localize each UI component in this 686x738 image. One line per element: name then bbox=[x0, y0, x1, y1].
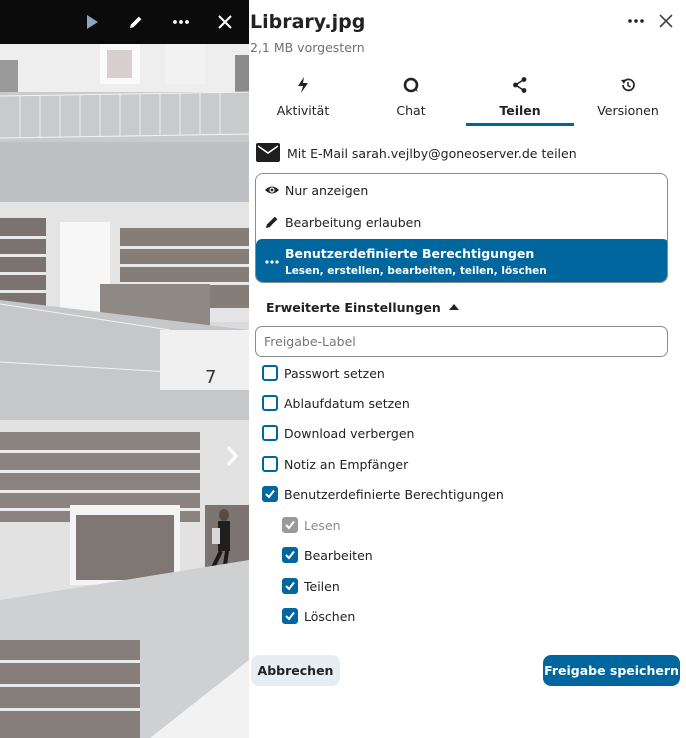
tab-chat[interactable]: Chat bbox=[357, 70, 465, 126]
share-icon bbox=[512, 76, 528, 94]
checkbox-label: Ablaufdatum setzen bbox=[284, 396, 410, 411]
permission-custom[interactable]: Benutzerdefinierte Berechtigungen Lesen,… bbox=[256, 239, 667, 282]
close-icon[interactable] bbox=[657, 12, 675, 30]
checkbox-label: Bearbeiten bbox=[304, 548, 373, 563]
file-meta: 2,1 MB vorgestern bbox=[250, 40, 365, 55]
viewer-toolbar bbox=[0, 0, 249, 44]
checkbox-label: Benutzerdefinierte Berechtigungen bbox=[284, 487, 504, 502]
tab-label: Teilen bbox=[499, 103, 541, 118]
checkbox-checked[interactable] bbox=[282, 547, 298, 563]
tab-label: Chat bbox=[396, 103, 426, 118]
svg-text:7: 7 bbox=[205, 367, 216, 388]
more-icon[interactable] bbox=[625, 10, 647, 32]
history-icon bbox=[619, 76, 637, 94]
permission-label: Benutzerdefinierte Berechtigungen bbox=[285, 246, 535, 261]
checkbox-label: Löschen bbox=[304, 609, 356, 624]
checkbox-checked-disabled bbox=[282, 517, 298, 533]
permission-description: Lesen, erstellen, bearbeiten, teilen, lö… bbox=[285, 265, 547, 277]
checkbox[interactable] bbox=[262, 456, 278, 472]
checkbox-checked[interactable] bbox=[282, 608, 298, 624]
permission-allow-edit[interactable]: Bearbeitung erlauben bbox=[256, 206, 667, 238]
share-recipient: Mit E-Mail sarah.vejlby@goneoserver.de t… bbox=[256, 140, 676, 166]
tab-share[interactable]: Teilen bbox=[466, 70, 574, 126]
share-label-input[interactable] bbox=[255, 326, 668, 357]
close-icon[interactable] bbox=[213, 10, 237, 34]
email-icon bbox=[256, 143, 280, 166]
checkbox-label: Passwort setzen bbox=[284, 366, 385, 381]
tab-versions[interactable]: Versionen bbox=[574, 70, 682, 126]
share-recipient-text: Mit E-Mail sarah.vejlby@goneoserver.de t… bbox=[287, 146, 577, 161]
flash-icon bbox=[297, 76, 309, 94]
caret-up-icon bbox=[448, 304, 459, 310]
sidebar-tabs: Aktivität Chat Teilen Versionen bbox=[249, 70, 686, 126]
checkbox-label: Notiz an Empfänger bbox=[284, 457, 409, 472]
checkbox[interactable] bbox=[262, 425, 278, 441]
permission-label: Bearbeitung erlauben bbox=[285, 215, 422, 230]
pencil-icon[interactable] bbox=[124, 10, 148, 34]
advanced-settings-toggle[interactable]: Erweiterte Einstellungen bbox=[266, 297, 459, 317]
pencil-icon bbox=[264, 214, 280, 230]
dots-icon bbox=[264, 253, 280, 269]
file-title: Library.jpg bbox=[250, 11, 366, 33]
image-viewer: 7 bbox=[0, 0, 249, 738]
save-share-button[interactable]: Freigabe speichern bbox=[543, 655, 680, 686]
checkbox-label: Download verbergen bbox=[284, 426, 415, 441]
checkbox-checked[interactable] bbox=[262, 486, 278, 502]
library-photo: 7 bbox=[0, 0, 249, 738]
chat-icon bbox=[402, 76, 420, 94]
permission-label: Nur anzeigen bbox=[285, 183, 369, 198]
tab-label: Versionen bbox=[597, 103, 659, 118]
eye-icon bbox=[264, 182, 280, 198]
play-icon[interactable] bbox=[80, 10, 104, 34]
permission-selector: Nur anzeigen Bearbeitung erlauben Benutz… bbox=[255, 173, 668, 283]
checkbox-label: Lesen bbox=[304, 518, 341, 533]
cancel-button[interactable]: Abbrechen bbox=[251, 655, 340, 686]
active-tab-indicator bbox=[466, 123, 574, 126]
checkbox-label: Teilen bbox=[304, 579, 340, 594]
tab-activity[interactable]: Aktivität bbox=[249, 70, 357, 126]
checkbox-checked[interactable] bbox=[282, 578, 298, 594]
sharing-sidebar: Library.jpg 2,1 MB vorgestern Aktivität … bbox=[249, 0, 686, 738]
permission-view-only[interactable]: Nur anzeigen bbox=[256, 174, 667, 206]
tab-label: Aktivität bbox=[276, 103, 330, 118]
checkbox[interactable] bbox=[262, 365, 278, 381]
chevron-right-icon[interactable] bbox=[220, 442, 244, 470]
advanced-settings-label: Erweiterte Einstellungen bbox=[266, 300, 441, 315]
checkbox[interactable] bbox=[262, 395, 278, 411]
more-icon[interactable] bbox=[169, 10, 193, 34]
